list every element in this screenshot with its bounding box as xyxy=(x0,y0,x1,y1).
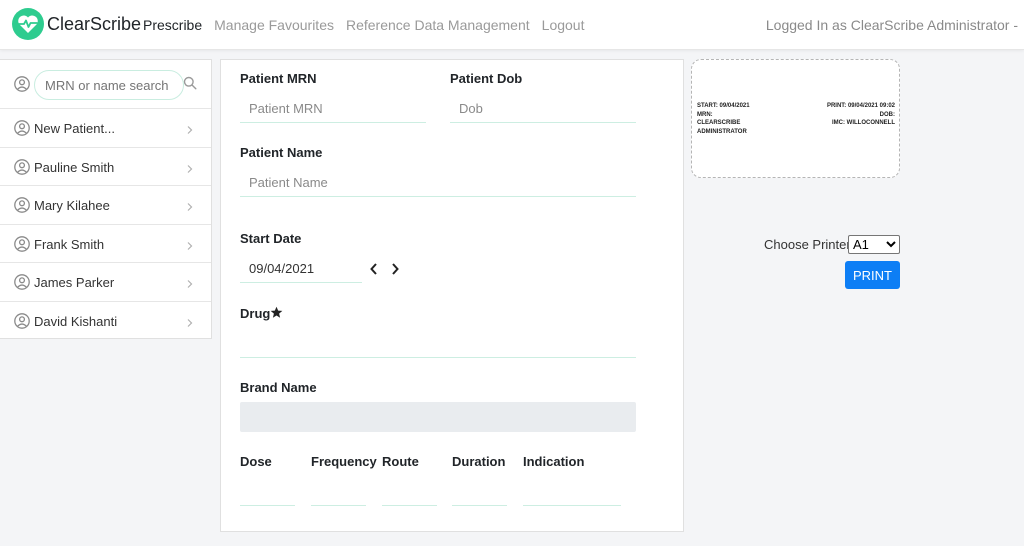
drug-input[interactable] xyxy=(240,329,636,358)
search-icon[interactable] xyxy=(183,76,197,95)
patient-sidebar: New Patient... Pauline Smith Mary Kilahe… xyxy=(0,59,212,339)
nav-manage-favourites[interactable]: Manage Favourites xyxy=(214,17,334,33)
label-preview-left: START: 09/04/2021 MRN: CLEARSCRIBE ADMIN… xyxy=(697,102,750,136)
label-dob: DOB: xyxy=(879,111,895,118)
patient-dob-input[interactable] xyxy=(450,94,636,123)
sidebar-item-label: Frank Smith xyxy=(34,236,105,252)
frequency-label: Frequency xyxy=(311,454,377,469)
chevron-left-icon[interactable] xyxy=(369,262,379,281)
sidebar-item-mary-kilahee[interactable]: Mary Kilahee xyxy=(0,186,211,225)
label-name-line2: ADMINISTRATOR xyxy=(697,128,747,135)
label-print-date: PRINT: 09/04/2021 09:02 xyxy=(826,103,895,109)
search-row xyxy=(0,60,211,109)
brand-name: ClearScribe xyxy=(47,13,142,34)
label-imc: IMC: WILLOCONNELL xyxy=(832,120,895,126)
label-mrn: MRN: xyxy=(697,111,713,118)
person-icon xyxy=(14,312,30,334)
start-date-label: Start Date xyxy=(240,231,302,246)
dose-input[interactable] xyxy=(240,477,295,506)
sidebar-item-label: New Patient... xyxy=(34,121,115,136)
person-icon xyxy=(14,120,30,141)
frequency-input[interactable] xyxy=(311,477,366,506)
label-preview: START: 09/04/2021 MRN: CLEARSCRIBE ADMIN… xyxy=(691,59,900,178)
heart-pulse-logo-icon xyxy=(12,8,44,40)
drug-label: Drug xyxy=(240,306,271,321)
chevron-right-icon xyxy=(187,199,193,217)
label-preview-right: PRINT: 09/04/2021 09:02 DOB: IMC: WILLOC… xyxy=(827,102,895,128)
label-start-date: START: 09/04/2021 xyxy=(697,103,750,109)
chevron-right-icon[interactable] xyxy=(390,262,400,281)
patient-name-label: Patient Name xyxy=(240,145,323,160)
patient-search-input[interactable] xyxy=(34,70,184,100)
chevron-right-icon xyxy=(187,161,193,179)
nav-logout[interactable]: Logout xyxy=(542,17,585,33)
duration-label: Duration xyxy=(452,454,506,469)
indication-label: Indication xyxy=(523,454,585,469)
logged-in-user-menu[interactable]: Logged In as ClearScribe Administrator - xyxy=(766,17,1018,33)
dose-label: Dose xyxy=(240,454,272,469)
person-icon xyxy=(14,158,30,180)
sidebar-item-pauline-smith[interactable]: Pauline Smith xyxy=(0,148,211,186)
route-input[interactable] xyxy=(382,477,437,506)
person-icon xyxy=(14,235,30,257)
brand-name-input[interactable] xyxy=(240,402,636,432)
patient-mrn-input[interactable] xyxy=(240,94,426,123)
chevron-right-icon xyxy=(187,315,193,333)
start-date-input[interactable] xyxy=(240,254,362,283)
sidebar-item-label: James Parker xyxy=(34,275,115,290)
route-label: Route xyxy=(382,454,419,469)
label-name-line1: CLEARSCRIBE xyxy=(697,120,741,126)
choose-printer-label: Choose Printer: xyxy=(764,237,855,252)
duration-input[interactable] xyxy=(452,477,507,506)
sidebar-item-james-parker[interactable]: James Parker xyxy=(0,263,211,302)
chevron-right-icon xyxy=(187,122,193,140)
person-icon xyxy=(14,197,30,218)
sidebar-item-label: David Kishanti xyxy=(34,313,118,329)
chevron-right-icon xyxy=(187,238,193,256)
indication-input[interactable] xyxy=(523,477,621,506)
printer-select[interactable]: A1 xyxy=(848,235,900,254)
nav-reference-data-management[interactable]: Reference Data Management xyxy=(346,17,530,33)
chevron-right-icon xyxy=(187,276,193,294)
sidebar-item-frank-smith[interactable]: Frank Smith xyxy=(0,225,211,263)
sidebar-item-david-kishanti[interactable]: David Kishanti xyxy=(0,302,211,341)
person-icon xyxy=(14,274,30,295)
sidebar-item-label: Pauline Smith xyxy=(34,159,115,175)
sidebar-item-label: Mary Kilahee xyxy=(34,198,110,213)
sidebar-item-new-patient[interactable]: New Patient... xyxy=(0,109,211,148)
person-icon xyxy=(14,76,30,97)
patient-name-input[interactable] xyxy=(240,168,636,197)
nav-prescribe[interactable]: Prescribe xyxy=(143,17,202,33)
prescription-form: Patient MRN Patient Dob Patient Name Sta… xyxy=(220,59,684,532)
dob-label: Patient Dob xyxy=(450,71,523,86)
star-icon[interactable] xyxy=(270,306,283,324)
brand[interactable]: ClearScribe xyxy=(12,8,141,40)
mrn-label: Patient MRN xyxy=(240,71,317,86)
nav-links: Prescribe Manage Favourites Reference Da… xyxy=(143,17,596,33)
print-button[interactable]: PRINT xyxy=(845,261,900,289)
top-navbar: ClearScribe Prescribe Manage Favourites … xyxy=(0,0,1024,50)
brand-name-label: Brand Name xyxy=(240,380,317,395)
